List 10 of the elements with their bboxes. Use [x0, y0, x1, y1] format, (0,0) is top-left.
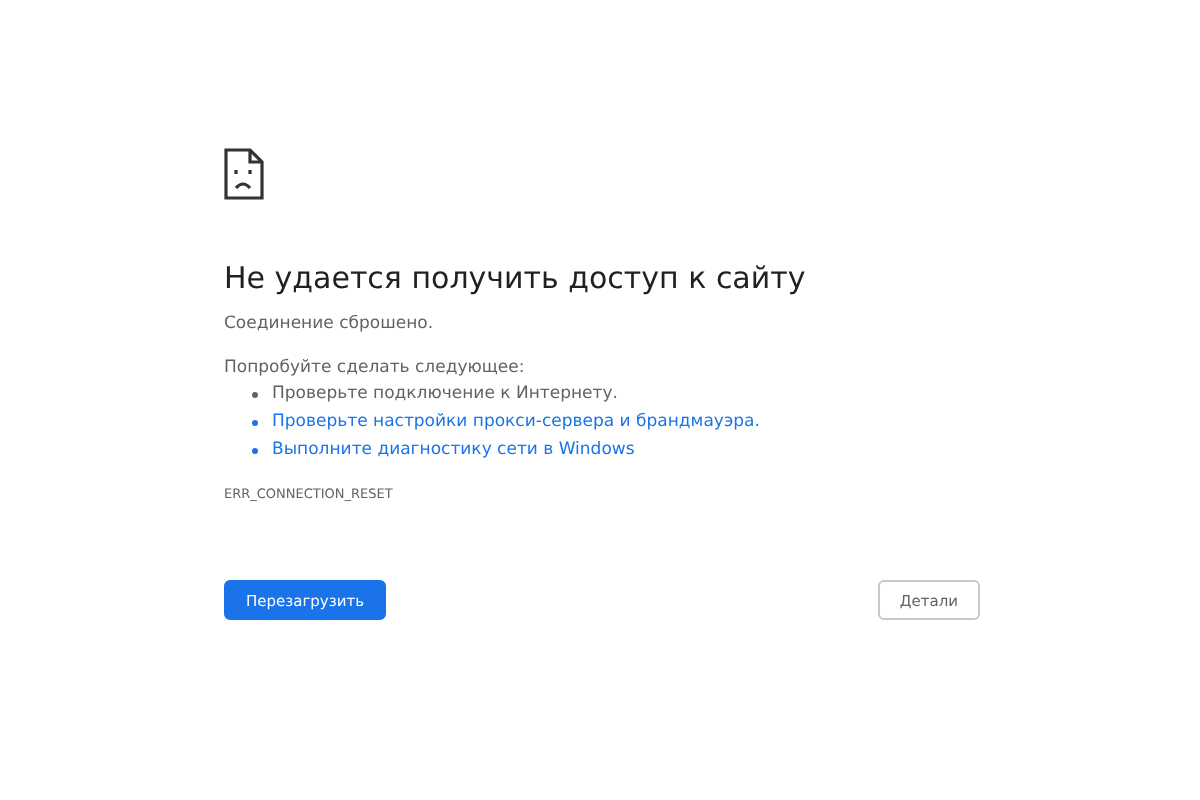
suggestion-link[interactable]: Выполните диагностику сети в Windows	[272, 440, 635, 460]
suggestions-heading: Попробуйте сделать следующее:	[224, 356, 527, 380]
error-title: Не удается получить доступ к сайту	[224, 258, 808, 298]
bullet-icon	[252, 391, 258, 397]
sad-page-icon	[224, 148, 264, 200]
error-message: Соединение сброшено.	[224, 312, 436, 336]
suggestion-link[interactable]: Проверьте настройки прокси-сервера и брандмауэра.	[272, 412, 760, 432]
bullet-icon	[252, 419, 258, 425]
bullet-icon	[252, 447, 258, 453]
suggestion-text: Проверьте подключение к Интернету.	[272, 384, 618, 404]
